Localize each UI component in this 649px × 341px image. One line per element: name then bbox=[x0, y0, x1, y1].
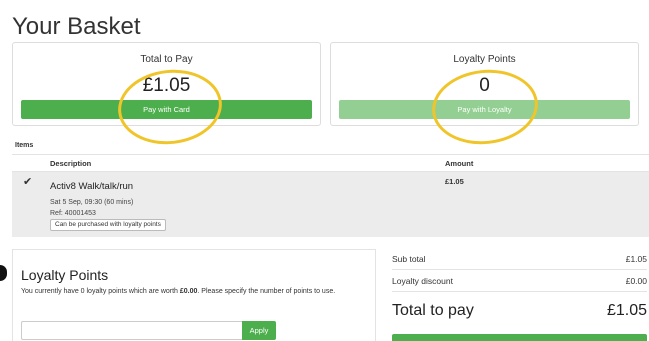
subtotal-row: Sub total £1.05 bbox=[392, 248, 647, 270]
loyalty-panel-description: You currently have 0 loyalty points whic… bbox=[21, 287, 366, 296]
loyalty-discount-value: £0.00 bbox=[625, 276, 647, 286]
loyalty-text-part: You currently have 0 loyalty points whic… bbox=[21, 288, 180, 295]
subtotal-label: Sub total bbox=[392, 254, 426, 264]
loyalty-discount-row: Loyalty discount £0.00 bbox=[392, 270, 647, 292]
table-row: ✔ Activ8 Walk/talk/run Sat 5 Sep, 09:30 … bbox=[12, 172, 649, 237]
pay-with-loyalty-button[interactable]: Pay with Loyalty bbox=[339, 100, 630, 119]
total-to-pay-card: Total to Pay £1.05 Pay with Card bbox=[12, 42, 321, 126]
total-to-pay-label: Total to Pay bbox=[140, 54, 193, 65]
total-to-pay-summary-value: £1.05 bbox=[606, 302, 647, 319]
item-schedule: Sat 5 Sep, 09:30 (60 mins) bbox=[50, 199, 134, 206]
loyalty-text-part: . Please specify the number of points to… bbox=[197, 288, 336, 295]
subtotal-value: £1.05 bbox=[625, 254, 647, 264]
loyalty-panel-title: Loyalty Points bbox=[21, 267, 109, 283]
loyalty-discount-label: Loyalty discount bbox=[392, 276, 453, 286]
loyalty-points-value: 0 bbox=[479, 75, 490, 96]
loyalty-points-card: Loyalty Points 0 Pay with Loyalty bbox=[330, 42, 639, 126]
item-amount: £1.05 bbox=[445, 177, 464, 186]
loyalty-points-input[interactable] bbox=[21, 321, 242, 340]
checkout-button[interactable] bbox=[392, 334, 647, 341]
items-table-header: Description Amount bbox=[12, 154, 649, 172]
total-to-pay-summary-label: Total to pay bbox=[392, 302, 474, 319]
column-header-description: Description bbox=[50, 159, 92, 168]
loyalty-points-panel: Loyalty Points You currently have 0 loya… bbox=[12, 249, 376, 341]
checkmark-icon: ✔ bbox=[23, 176, 33, 188]
items-section-label: Items bbox=[15, 142, 34, 149]
item-name: Activ8 Walk/talk/run bbox=[50, 181, 134, 192]
apply-button[interactable]: Apply bbox=[242, 321, 276, 340]
loyalty-points-label: Loyalty Points bbox=[453, 54, 516, 65]
loyalty-points-worth: £0.00 bbox=[179, 288, 198, 295]
edge-marker bbox=[0, 265, 7, 281]
column-header-amount: Amount bbox=[445, 159, 474, 168]
pay-with-card-button[interactable]: Pay with Card bbox=[21, 100, 312, 119]
loyalty-eligible-badge: Can be purchased with loyalty points bbox=[50, 219, 166, 231]
total-to-pay-value: £1.05 bbox=[142, 75, 191, 96]
page-title: Your Basket bbox=[12, 13, 141, 40]
item-reference: Ref: 40001453 bbox=[50, 210, 96, 217]
